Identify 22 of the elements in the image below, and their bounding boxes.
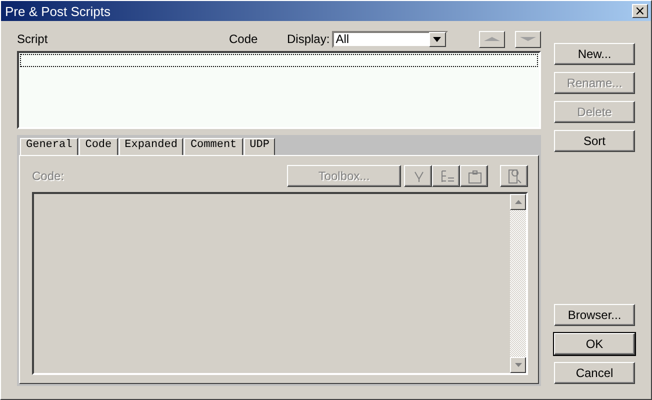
window-title: Pre & Post Scripts — [5, 4, 110, 18]
tab[interactable]: Comment — [184, 138, 243, 156]
column-header: Code — [229, 32, 259, 46]
dialog-button[interactable]: Cancel — [554, 362, 635, 384]
display-label: Display: — [287, 32, 330, 46]
up-arrow-icon — [484, 37, 500, 41]
tab[interactable]: General — [20, 138, 78, 156]
down-arrow-icon — [520, 37, 536, 41]
script-list[interactable] — [17, 51, 541, 129]
scroll-up-icon[interactable] — [514, 200, 522, 204]
display-dropdown[interactable]: All — [332, 30, 448, 48]
scroll-down-icon[interactable] — [514, 363, 522, 367]
dialog-button[interactable]: New... — [554, 43, 635, 65]
scrollbar[interactable] — [510, 194, 526, 373]
tab[interactable]: UDP — [244, 138, 276, 156]
column-header: Script — [17, 32, 49, 46]
dialog-button[interactable]: Browser... — [554, 304, 635, 326]
dialog-button[interactable]: Sort — [554, 130, 635, 152]
dialog-button[interactable]: OK — [554, 333, 635, 355]
tab[interactable]: Expanded — [118, 138, 184, 156]
close-button[interactable]: × — [632, 4, 648, 18]
code-label: Code: — [32, 169, 64, 183]
